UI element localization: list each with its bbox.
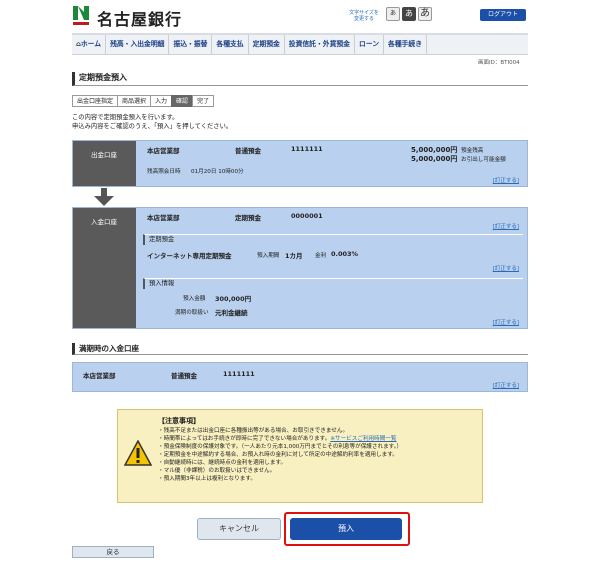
maturity-value: 元利金継続 [215,309,248,317]
step-indicator: 出金口座指定 商品選択 入力 確認 完了 [72,95,215,107]
down-arrow-icon [94,188,114,206]
bank-logo-icon [73,6,89,25]
back-button[interactable]: 戻る [72,546,154,558]
bank-name[interactable]: 名古屋銀行 [97,6,182,30]
notice-item: 自動継続時には、継続時点の金利を適用します。 [158,459,402,467]
main-nav: ⌂ホーム 残高・入出金明細 振込・振替 各種支払 定期預金 投資信託・外貨預金 … [72,33,528,55]
step-item: 商品選択 [117,95,152,107]
nav-payment[interactable]: 各種支払 [212,35,249,54]
submit-button[interactable]: 預入 [290,518,402,540]
mature-account-section: 本店営業部 普通預金 1111111 [訂正する] [72,362,528,392]
period-label: 預入期間 [257,253,280,259]
deposit-type: 定期預金 [235,214,261,222]
page-title: 定期預金預入 [72,72,528,86]
withdraw-datetime-label: 残高照会日時 [147,169,181,175]
withdraw-available-label: お引出し可能金額 [461,157,506,163]
step-item: 完了 [192,95,215,107]
deposit-number: 0000001 [291,212,323,220]
warning-icon [124,440,152,466]
withdraw-datetime: 01月20日 10時00分 [191,169,244,175]
notice-item: 預入期間3年以上は複利となります。 [158,475,402,483]
deposit-branch: 本店営業部 [147,214,180,222]
step-item: 入力 [150,95,173,107]
amount-value: 300,000円 [215,295,252,303]
notice-item: 時間帯によってはお手続きが即時に完了できない場合があります。※サービスご利用時間… [158,435,402,443]
logout-button[interactable]: ログアウト [480,9,526,21]
product-fix-link[interactable]: [訂正する] [493,264,519,272]
notice-list: 残高不足または出金口座に各種振出等がある場合、お取引きできません。 時間帯によっ… [158,427,402,483]
step-item-current: 確認 [171,95,194,107]
product-name: インターネット専用定期預金 [147,252,232,260]
instructions: この内容で定期預金預入を行います。 申込み内容をご確認のうえ、「預入」を押してく… [72,114,233,130]
notice-box: 【注意事項】 残高不足または出金口座に各種振出等がある場合、お取引きできません。… [117,409,483,503]
nav-investment[interactable]: 投資信託・外貨預金 [285,35,355,54]
screen-id: 画面ID：BTI004 [478,60,520,66]
submit-highlight: 預入 [284,512,410,546]
step-item: 出金口座指定 [72,95,119,107]
fontsize-label: 文字サイズを 変更する [349,10,379,22]
withdraw-fix-link[interactable]: [訂正する] [493,176,519,184]
withdraw-balance-label: 預金残高 [461,148,484,154]
deposit-section: 入金口座 本店営業部 定期預金 0000001 [訂正する] 定期預金 インター… [72,207,528,329]
mature-type: 普通預金 [171,372,197,380]
info-fix-link[interactable]: [訂正する] [493,318,519,326]
withdraw-type: 普通預金 [235,147,261,155]
notice-title: 【注意事項】 [158,417,200,425]
notice-item: 残高不足または出金口座に各種振出等がある場合、お取引きできません。 [158,427,402,435]
mature-number: 1111111 [223,370,255,378]
nav-procedures[interactable]: 各種手続き [384,35,428,54]
font-medium-button[interactable]: あ [402,7,416,21]
rate-value: 0.003% [331,250,359,258]
withdraw-section: 出金口座 本店営業部 普通預金 1111111 5,000,000円 預金残高 … [72,140,528,187]
notice-item: 定期預金を中途解約する場合、お預入れ時の金利に対して所定の中途解約利率を適用しま… [158,451,402,459]
nav-balance[interactable]: 残高・入出金明細 [106,35,170,54]
header: 名古屋銀行 文字サイズを 変更する あ あ あ ログアウト [0,0,600,33]
font-small-button[interactable]: あ [386,7,400,21]
notice-item: マル優（非課税）のお取扱いはできません。 [158,467,402,475]
withdraw-label: 出金口座 [73,141,136,186]
font-large-button[interactable]: あ [418,7,432,21]
withdraw-available: 5,000,000円 [411,155,458,163]
maturity-label: 満期の取扱い [175,310,209,316]
withdraw-number: 1111111 [291,145,323,153]
nav-loan[interactable]: ローン [355,35,385,54]
notice-item: 預金保険制度の保護対象です。（一人あたり元本1,000万円までとその利息等が保護… [158,443,402,451]
deposit-fix-link[interactable]: [訂正する] [493,222,519,230]
nav-time-deposit[interactable]: 定期預金 [249,35,285,54]
service-hours-link[interactable]: ※サービスご利用時間一覧 [330,436,396,442]
rate-label: 金利 [315,253,327,259]
nav-home[interactable]: ⌂ホーム [72,35,107,54]
mature-branch: 本店営業部 [83,372,116,380]
withdraw-branch: 本店営業部 [147,147,180,155]
mature-fix-link[interactable]: [訂正する] [493,381,519,389]
product-heading: 定期預金 [143,234,523,245]
nav-transfer[interactable]: 振込・振替 [169,35,213,54]
amount-label: 預入金額 [183,296,206,302]
deposit-label: 入金口座 [73,208,136,328]
mature-account-title: 満期時の入金口座 [72,343,528,355]
info-heading: 預入情報 [143,278,523,289]
cancel-button[interactable]: キャンセル [197,518,281,540]
period-value: 1カ月 [285,252,303,260]
